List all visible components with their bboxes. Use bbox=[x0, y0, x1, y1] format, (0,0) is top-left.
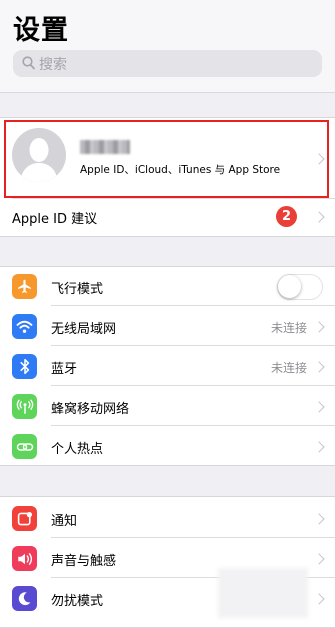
divider bbox=[51, 425, 335, 426]
search-placeholder: 搜索 bbox=[39, 57, 67, 73]
wifi-icon bbox=[12, 314, 37, 339]
search-input[interactable]: 搜索 bbox=[13, 50, 322, 77]
bluetooth-status: 未连接 bbox=[270, 361, 307, 375]
chevron-right-icon bbox=[313, 553, 325, 565]
cellular-icon bbox=[12, 394, 37, 419]
toggle-knob bbox=[278, 275, 301, 298]
connectivity-group: 飞行模式 无线局域网 未连接 蓝牙 未连接 蜂窝移动网络 个人热点 bbox=[0, 266, 335, 466]
apple-id-profile-row[interactable]: Apple ID、iCloud、iTunes 与 App Store bbox=[0, 118, 335, 198]
row-label: 个人热点 bbox=[51, 442, 104, 457]
suggestion-label: Apple ID 建议 bbox=[12, 212, 98, 227]
suggestion-count-badge: 2 bbox=[276, 206, 297, 227]
chevron-right-icon bbox=[313, 441, 325, 453]
cellular-row[interactable]: 蜂窝移动网络 bbox=[0, 387, 335, 426]
wifi-row[interactable]: 无线局域网 未连接 bbox=[0, 307, 335, 346]
person-silhouette-icon bbox=[20, 138, 58, 182]
divider bbox=[51, 537, 335, 538]
row-label: 声音与触感 bbox=[51, 554, 117, 569]
blurred-watermark bbox=[218, 568, 308, 618]
row-label: 勿扰模式 bbox=[51, 594, 104, 609]
chevron-right-icon bbox=[313, 593, 325, 605]
bluetooth-icon bbox=[12, 354, 37, 379]
avatar bbox=[12, 128, 66, 182]
row-label: 无线局域网 bbox=[51, 322, 117, 337]
page-title: 设置 bbox=[13, 15, 69, 46]
chevron-right-icon bbox=[313, 321, 325, 333]
search-icon bbox=[22, 56, 35, 70]
bluetooth-row[interactable]: 蓝牙 未连接 bbox=[0, 347, 335, 386]
airplane-mode-toggle[interactable] bbox=[277, 274, 323, 300]
hotspot-icon bbox=[12, 434, 37, 459]
row-label: 通知 bbox=[51, 514, 78, 529]
notifications-icon bbox=[12, 506, 37, 531]
row-label: 蓝牙 bbox=[51, 362, 78, 377]
apple-id-suggestion-row[interactable]: Apple ID 建议 2 bbox=[0, 199, 335, 236]
personal-hotspot-row[interactable]: 个人热点 bbox=[0, 427, 335, 466]
chevron-right-icon bbox=[313, 513, 325, 525]
row-label: 飞行模式 bbox=[51, 282, 104, 297]
airplane-mode-row: 飞行模式 bbox=[0, 267, 335, 306]
sound-icon bbox=[12, 546, 37, 571]
chevron-right-icon bbox=[313, 211, 325, 223]
notifications-row[interactable]: 通知 bbox=[0, 499, 335, 538]
divider bbox=[51, 345, 335, 346]
account-subtitle: Apple ID、iCloud、iTunes 与 App Store bbox=[80, 164, 281, 176]
airplane-icon bbox=[12, 274, 37, 299]
account-name-redacted bbox=[80, 140, 130, 154]
chevron-right-icon bbox=[313, 401, 325, 413]
chevron-right-icon bbox=[313, 153, 325, 165]
moon-icon bbox=[12, 586, 37, 611]
account-group: Apple ID、iCloud、iTunes 与 App Store Apple… bbox=[0, 117, 335, 237]
wifi-status: 未连接 bbox=[270, 321, 307, 335]
row-label: 蜂窝移动网络 bbox=[51, 402, 130, 417]
divider bbox=[51, 385, 335, 386]
header: 设置 搜索 bbox=[0, 0, 335, 93]
divider bbox=[51, 305, 335, 306]
chevron-right-icon bbox=[313, 361, 325, 373]
